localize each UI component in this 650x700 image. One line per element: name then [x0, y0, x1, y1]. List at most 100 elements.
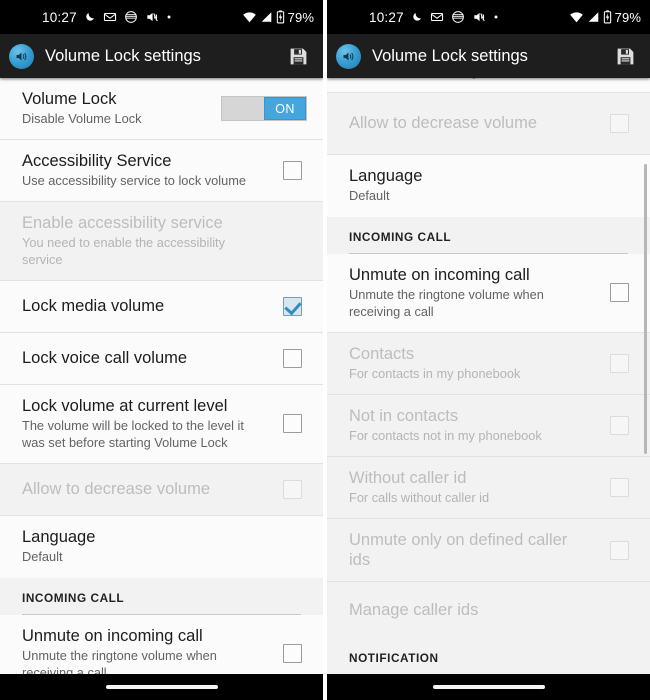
switch-track[interactable]: ON	[221, 96, 307, 121]
floppy-disk-save-icon[interactable]	[610, 41, 640, 71]
row-subtitle: Disable Volume Lock	[22, 111, 142, 127]
checkbox-unmute-on-incoming-call[interactable]	[609, 283, 629, 303]
checkbox-allow-to-decrease-volume	[282, 479, 302, 499]
row-control[interactable]	[261, 348, 323, 368]
row-control[interactable]	[261, 414, 323, 434]
battery-icon	[603, 10, 612, 24]
checkbox-lock-media-volume[interactable]	[282, 296, 302, 316]
row-title: Language	[22, 527, 96, 546]
setting-row-lock-media-volume[interactable]: Lock media volume	[0, 280, 323, 333]
checkbox-without-caller-id	[609, 477, 629, 497]
settings-list-left: Volume Lock Disable Volume Lock ON Acces…	[0, 78, 323, 674]
switch-off-half	[222, 97, 264, 120]
row-title: Unmute on incoming call	[349, 265, 530, 284]
checkbox-lock-volume-at-current-level[interactable]	[282, 414, 302, 434]
row-subtitle: For calls without caller id	[349, 489, 490, 505]
phone-screen-right: 10:27 79% Volume Lock settings Allow to …	[325, 0, 650, 700]
row-subtitle: The volume will be locked to the level i…	[22, 418, 244, 450]
status-bar-right-group: 79%	[569, 10, 641, 25]
row-title: Language	[349, 166, 423, 185]
section-label: INCOMING CALL	[349, 229, 452, 244]
row-title: Allow to decrease volume	[22, 480, 211, 499]
row-subtitle: You need to enable the accessibility ser…	[22, 235, 226, 268]
toolbar-title: Volume Lock settings	[372, 46, 528, 65]
floppy-disk-save-icon[interactable]	[283, 41, 313, 71]
setting-row-contacts: Contacts For contacts in my phonebook	[327, 332, 650, 395]
row-control[interactable]	[261, 644, 323, 664]
settings-scroll-area-right[interactable]: Lock volume at current level The volume …	[327, 78, 650, 674]
row-control[interactable]	[588, 283, 650, 303]
row-title: Lock voice call volume	[22, 349, 188, 368]
row-title: Volume Lock	[22, 90, 117, 108]
checkbox-unmute-on-incoming-call[interactable]	[282, 644, 302, 664]
app-toolbar-left: Volume Lock settings	[0, 34, 323, 78]
dual-screenshot-comparison: 10:27 79% Volume Lock settings Volume Lo…	[0, 0, 650, 700]
setting-row-volume-lock[interactable]: Volume Lock Disable Volume Lock ON	[0, 78, 323, 141]
row-control	[588, 415, 650, 435]
checkbox-accessibility-service[interactable]	[282, 161, 302, 181]
setting-row-allow-to-decrease-volume: Allow to decrease volume	[0, 463, 323, 516]
row-subtitle: Default	[349, 188, 390, 204]
do-not-disturb-moon-icon	[411, 11, 423, 23]
volume-lock-toggle[interactable]: ON	[221, 96, 323, 121]
gesture-nav-bar-right	[327, 674, 650, 700]
setting-row-lock-volume-at-current-level[interactable]: Lock volume at current level The volume …	[0, 384, 323, 464]
status-bar-left: 10:27 79%	[0, 0, 323, 34]
row-subtitle: The volume will be locked to the level i…	[349, 78, 580, 81]
setting-row-accessibility-service[interactable]: Accessibility Service Use accessibility …	[0, 140, 323, 203]
row-subtitle: For contacts not in my phonebook	[349, 427, 542, 443]
home-gesture-pill[interactable]	[432, 685, 545, 689]
row-text: Lock media volume	[22, 296, 261, 316]
checkbox-allow-to-decrease-volume	[609, 113, 629, 133]
setting-row-unmute-on-incoming-call[interactable]: Unmute on incoming call Unmute the ringt…	[0, 614, 323, 674]
row-text: Lock volume at current level The volume …	[349, 78, 588, 81]
row-title: Allow to decrease volume	[349, 114, 538, 133]
email-envelope-icon	[430, 10, 444, 24]
row-text: Not in contacts For contacts not in my p…	[349, 406, 588, 445]
row-title: Enable accessibility service	[22, 214, 223, 233]
row-text: Manage caller ids	[349, 600, 588, 620]
setting-row-lock-voice-call-volume[interactable]: Lock voice call volume	[0, 332, 323, 385]
row-subtitle: Unmute the ringtone volume when receivin…	[349, 287, 544, 319]
section-label: NOTIFICATION	[349, 651, 439, 666]
row-title: Manage caller ids	[349, 600, 479, 619]
row-title: Unmute only on defined caller ids	[349, 530, 568, 569]
settings-scroll-area-left[interactable]: Volume Lock Disable Volume Lock ON Acces…	[0, 78, 323, 674]
row-subtitle: Default	[22, 548, 63, 564]
setting-row-unmute-only-on-defined-caller-ids: Unmute only on defined caller ids	[327, 518, 650, 583]
wifi-icon	[242, 11, 257, 23]
row-text: Unmute only on defined caller ids	[349, 530, 588, 570]
setting-row-lock-volume-at-current-level[interactable]: Lock volume at current level The volume …	[327, 78, 650, 93]
row-text: Contacts For contacts in my phonebook	[349, 344, 588, 383]
row-text: Language Default	[349, 166, 588, 205]
setting-row-language[interactable]: Language Default	[0, 515, 323, 578]
vertical-scrollbar-thumb[interactable]	[644, 164, 647, 454]
row-text: Unmute on incoming call Unmute the ringt…	[22, 626, 261, 674]
setting-row-unmute-on-incoming-call[interactable]: Unmute on incoming call Unmute the ringt…	[327, 253, 650, 333]
setting-row-language[interactable]: Language Default	[327, 154, 650, 217]
row-control[interactable]	[261, 161, 323, 181]
cellular-signal-icon	[587, 11, 600, 23]
volume-speaker-icon	[9, 43, 34, 69]
switch-on-label: ON	[264, 97, 306, 120]
row-control	[261, 479, 323, 499]
checkbox-unmute-only-on-defined-caller-ids	[609, 540, 629, 560]
email-envelope-icon	[103, 10, 117, 24]
status-bar-right: 10:27 79%	[327, 0, 650, 34]
row-subtitle: Use accessibility service to lock volume	[22, 173, 247, 189]
setting-row-without-caller-id: Without caller id For calls without call…	[327, 456, 650, 519]
checkbox-lock-voice-call-volume[interactable]	[282, 348, 302, 368]
setting-row-not-in-contacts: Not in contacts For contacts not in my p…	[327, 394, 650, 457]
home-gesture-pill[interactable]	[105, 685, 218, 689]
row-control[interactable]	[261, 296, 323, 316]
row-text: Volume Lock Disable Volume Lock	[22, 89, 221, 128]
row-control	[588, 540, 650, 560]
status-bar-clock: 10:27	[369, 9, 404, 25]
row-control[interactable]	[588, 78, 650, 81]
row-subtitle: For contacts in my phonebook	[349, 365, 521, 381]
signal-app-icon	[124, 10, 138, 24]
row-control	[588, 113, 650, 133]
battery-percent-label: 79%	[287, 9, 314, 25]
row-text: Enable accessibility service You need to…	[22, 213, 261, 269]
row-text: Unmute on incoming call Unmute the ringt…	[349, 265, 588, 321]
